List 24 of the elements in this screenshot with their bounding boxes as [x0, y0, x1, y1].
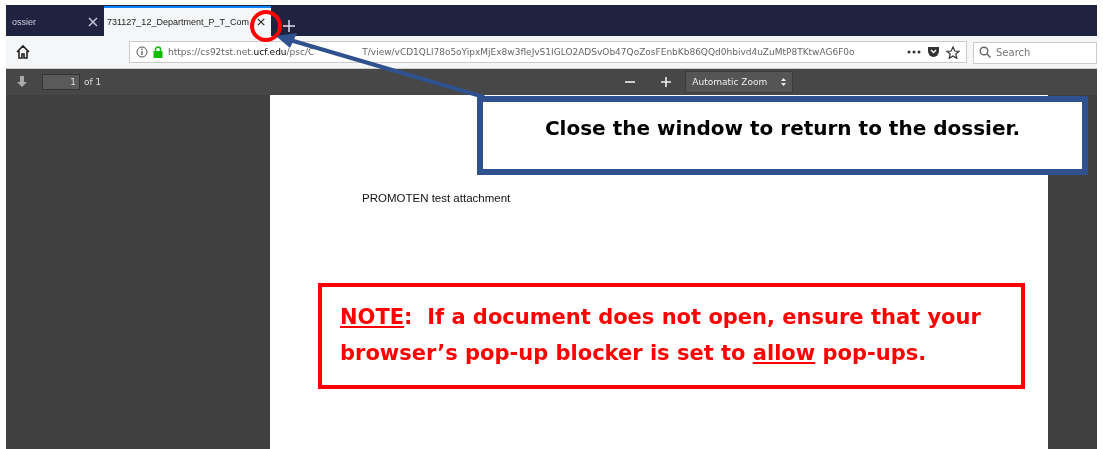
- tab-title: 731127_12_Department_P_T_Com: [107, 17, 249, 27]
- search-field[interactable]: Search: [973, 41, 1097, 64]
- callout-text: Close the window to return to the dossier.: [477, 96, 1088, 175]
- info-icon[interactable]: [136, 46, 148, 58]
- down-arrow-icon[interactable]: [16, 76, 28, 88]
- lock-icon: [153, 46, 163, 58]
- page-number-field[interactable]: 1: [42, 74, 80, 90]
- tab-title: ossier: [12, 17, 36, 27]
- zoom-select[interactable]: Automatic Zoom: [685, 71, 794, 93]
- star-icon[interactable]: [946, 45, 960, 59]
- note-text: NOTE: If a document does not open, ensure that your browser’s pop-up blocker is set to allow pop-ups.: [318, 283, 1025, 389]
- url-text: https://cs92tst.net.ucf.edu/psc/C T/view/vCD1QLl78o5oYipxMjEx8w3fleJvS1IGLO2ADSvOb47QoZosFEnbKb86QQd0hbivd4uZuMtP8TKtwAG6F0o: [168, 47, 855, 57]
- pocket-icon[interactable]: [927, 46, 940, 58]
- close-icon[interactable]: [256, 17, 265, 27]
- browser-tab[interactable]: 731127_12_Department_P_T_Com: [104, 6, 271, 36]
- search-icon: [979, 46, 991, 58]
- new-tab-icon[interactable]: [283, 20, 295, 32]
- caret-icon: [781, 78, 787, 86]
- home-icon[interactable]: [15, 44, 31, 60]
- document-text: PROMOTEN test attachment: [362, 192, 512, 204]
- address-bar[interactable]: https://cs92tst.net.ucf.edu/psc/C T/view/vCD1QLl78o5oYipxMjEx8w3fleJvS1IGLO2ADSvOb47QoZosFEnbKb86QQd0hbivd4uZuMtP8TKtwAG6F0o: [129, 41, 967, 63]
- more-icon[interactable]: [907, 50, 921, 54]
- browser-tab[interactable]: ossier: [6, 8, 104, 36]
- page-count: of 1: [84, 77, 102, 87]
